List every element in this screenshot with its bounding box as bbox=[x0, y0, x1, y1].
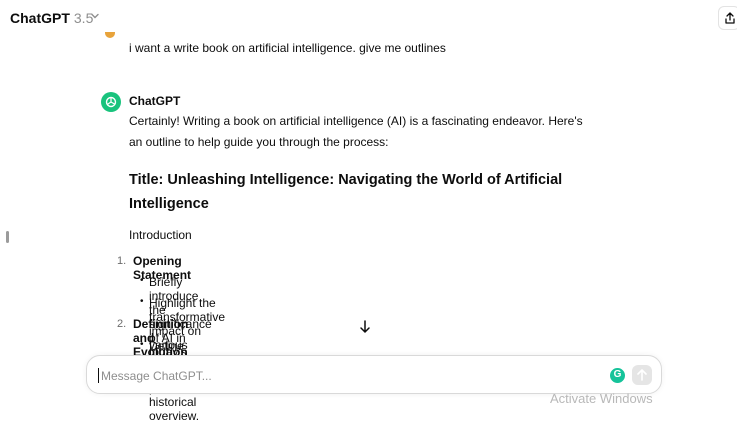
share-icon bbox=[725, 12, 735, 24]
model-name: ChatGPT bbox=[10, 10, 70, 26]
bullet-icon: • bbox=[140, 275, 144, 286]
grammarly-icon[interactable]: G bbox=[610, 368, 625, 383]
book-title-line: Intelligence bbox=[129, 196, 209, 212]
list-number: 2. bbox=[117, 318, 127, 330]
arrow-up-icon bbox=[637, 369, 647, 381]
send-button[interactable] bbox=[632, 365, 652, 385]
chevron-down-icon[interactable] bbox=[90, 11, 100, 21]
bullet-icon: • bbox=[140, 296, 144, 307]
bullet-icon: • bbox=[140, 339, 144, 350]
intro-line: an outline to help guide you through the… bbox=[129, 135, 389, 149]
message-composer: G bbox=[86, 355, 662, 394]
message-input[interactable] bbox=[99, 365, 583, 387]
grammarly-badge: G bbox=[613, 369, 622, 380]
user-avatar bbox=[105, 32, 115, 38]
assistant-intro: Certainly! Writing a book on artificial … bbox=[129, 111, 589, 153]
sidebar-toggle-handle[interactable] bbox=[6, 231, 9, 243]
top-bar: ChatGPT 3.5 bbox=[0, 0, 737, 36]
chatgpt-logo-icon bbox=[101, 92, 121, 112]
model-selector[interactable]: ChatGPT 3.5 bbox=[10, 10, 93, 26]
intro-line: Certainly! Writing a book on artificial … bbox=[129, 114, 583, 128]
section-heading: Introduction bbox=[129, 228, 192, 242]
assistant-name: ChatGPT bbox=[129, 94, 181, 108]
user-message: i want a write book on artificial intell… bbox=[129, 41, 446, 55]
book-title: Title: Unleashing Intelligence: Navigati… bbox=[129, 168, 589, 216]
book-title-line: Title: Unleashing Intelligence: Navigati… bbox=[129, 172, 563, 188]
arrow-down-icon[interactable] bbox=[356, 318, 374, 336]
list-number: 1. bbox=[117, 255, 127, 267]
share-button[interactable] bbox=[718, 6, 737, 30]
activate-windows-watermark: Activate Windows bbox=[550, 391, 653, 406]
